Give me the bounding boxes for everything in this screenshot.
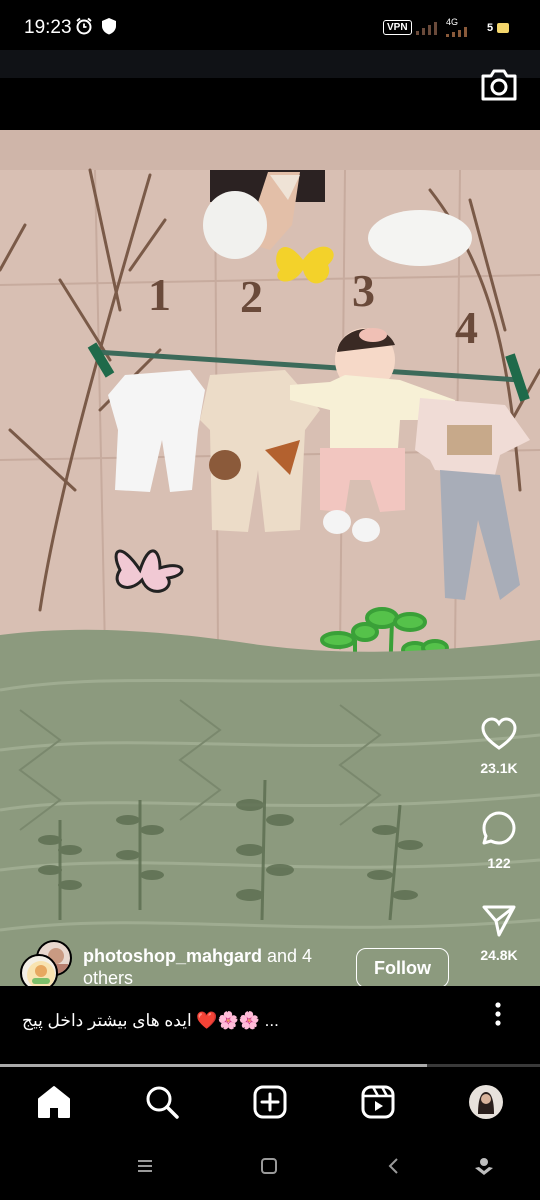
vpn-badge: VPN (383, 20, 412, 35)
back-icon[interactable] (383, 1156, 405, 1176)
status-bar: 19:23 VPN 4G 5 (0, 0, 540, 50)
comment-action[interactable]: 122 (471, 810, 527, 871)
camera-icon[interactable] (479, 66, 519, 104)
like-count: 23.1K (480, 760, 518, 776)
network-type: 4G (446, 17, 459, 27)
battery-level: 5 (487, 22, 494, 34)
number-4: 4 (455, 302, 478, 353)
share-action[interactable]: 24.8K (471, 904, 527, 963)
recents-icon[interactable] (134, 1156, 156, 1176)
comment-icon[interactable] (481, 810, 517, 846)
home-icon[interactable] (36, 1084, 72, 1120)
alarm-icon (76, 17, 92, 35)
search-icon[interactable] (144, 1084, 180, 1120)
share-count: 24.8K (480, 947, 518, 963)
reel-video[interactable]: 1 2 3 4 (0, 130, 540, 986)
follow-button[interactable]: Follow (356, 948, 449, 988)
number-2: 2 (240, 271, 263, 322)
author-avatars[interactable] (20, 940, 72, 992)
battery-icon (497, 23, 509, 33)
number-1: 1 (148, 269, 171, 320)
reels-icon[interactable] (360, 1084, 396, 1120)
signal-icon (416, 22, 437, 35)
signal-icon-2 (446, 27, 467, 37)
number-3: 3 (352, 265, 375, 316)
status-time: 19:23 (24, 17, 72, 38)
top-band (0, 50, 540, 78)
assistant-icon[interactable] (473, 1156, 495, 1176)
send-icon[interactable] (481, 904, 517, 938)
more-icon[interactable] (488, 1000, 508, 1030)
reel-photo: 1 2 3 4 (0, 130, 540, 986)
caption-text[interactable]: ایده های بیشتر داخل پیج ❤️🌸🌸 ... (22, 1011, 462, 1031)
heart-icon[interactable] (481, 717, 517, 751)
author-line[interactable]: photoshop_mahgard and 4 others (83, 945, 345, 989)
like-action[interactable]: 23.1K (471, 717, 527, 776)
home-square-icon[interactable] (258, 1156, 280, 1176)
shield-icon (102, 18, 116, 35)
comment-count: 122 (487, 855, 511, 871)
create-icon[interactable] (252, 1084, 288, 1120)
author-username[interactable]: photoshop_mahgard (83, 946, 262, 966)
profile-avatar[interactable] (468, 1084, 504, 1120)
